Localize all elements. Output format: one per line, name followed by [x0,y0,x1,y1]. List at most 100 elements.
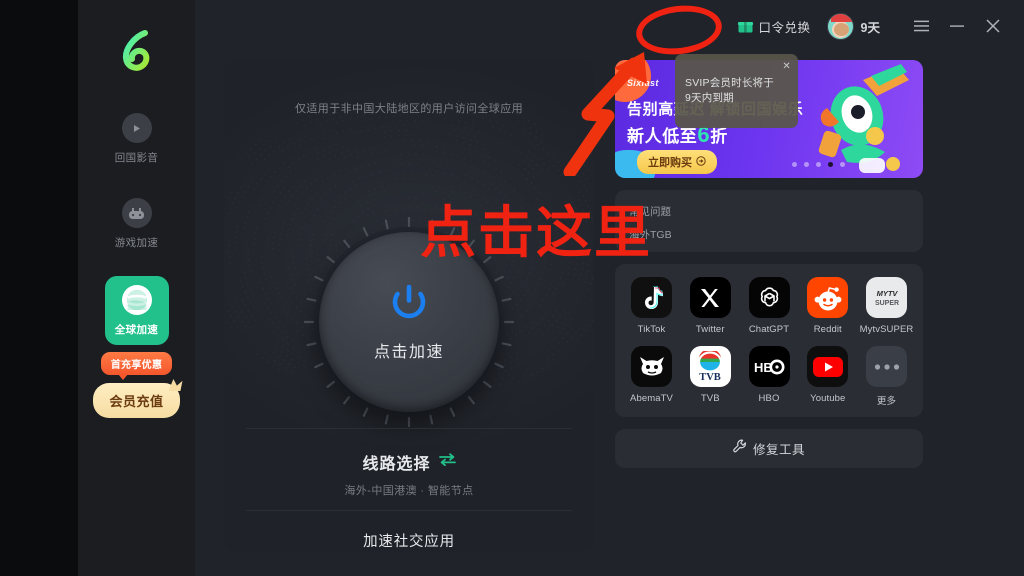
sidebar-item-return-media[interactable]: 回国影音 [104,106,170,171]
minimize-icon[interactable] [940,9,974,43]
twitter-x-icon [689,277,731,318]
banner-dot-active[interactable] [828,162,833,167]
recharge-button[interactable]: 会员充值 [93,383,180,418]
sidebar: 回国影音 游戏加速 全球加速 首充享优惠 会员充值 [78,0,195,576]
accelerate-dial[interactable]: 点击加速 [303,216,515,428]
app-hbo[interactable]: HB HBO [741,346,798,407]
apps-grid: TikTok Twitter ChatGPT Reddit MYTV SUPER… [615,264,923,417]
close-icon[interactable] [976,9,1010,43]
tiktok-icon [631,277,672,318]
sidebar-item-label: 游戏加速 [114,237,159,249]
membership-days-label: 9天 [860,20,880,35]
banner-dot[interactable] [792,162,797,167]
repair-tool-button[interactable]: 修复工具 [615,429,923,468]
more-dots-icon [866,346,907,387]
app-window: 回国影音 游戏加速 全球加速 首充享优惠 会员充值 口令兑换 9天 仅适用于非中… [0,0,1024,576]
sidebar-item-global-boost[interactable]: 全球加速 [104,276,169,345]
app-tvb[interactable]: TVB TVB [682,346,739,407]
app-label: TVB [700,393,720,404]
app-label: Twitter [695,324,725,335]
app-label: Youtube [810,393,846,404]
gift-icon [737,19,753,33]
swap-arrows-icon [438,453,456,471]
app-reddit[interactable]: Reddit [799,277,856,335]
redeem-code-label: 口令兑换 [758,20,811,35]
mytvsuper-icon: MYTV SUPER [866,277,907,318]
membership-expiry-tooltip: SVIP会员时长将于 9天内到期 ✕ [675,54,798,128]
accelerate-dial-face[interactable]: 点击加速 [319,232,499,412]
svg-text:MYTV: MYTV [876,289,898,298]
play-icon [121,113,152,143]
svg-text:TVB: TVB [699,372,721,383]
youtube-icon [807,346,849,387]
first-recharge-promo-badge[interactable]: 首充享优惠 [100,352,173,380]
sidebar-bottom-actions: 首充享优惠 会员充值 [78,352,195,418]
banner-dot[interactable] [840,162,845,167]
chatgpt-icon [748,277,790,318]
app-youtube[interactable]: Youtube [799,346,856,407]
arrow-right-circle-icon [696,155,706,169]
buy-now-label: 立即购买 [648,157,692,169]
banner-dot[interactable] [804,162,809,167]
route-subtitle: 海外-中国港澳 · 智能节点 [344,485,474,497]
app-mytvsuper[interactable]: MYTV SUPER MytvSUPER [858,277,915,335]
faq-card[interactable]: 常见问题 海外TGB [615,190,923,252]
faq-line-1: 常见问题 [629,206,671,218]
banner-pagination-dots[interactable] [792,162,845,167]
sidebar-item-game-boost[interactable]: 游戏加速 [104,191,170,256]
app-label: Reddit [813,324,842,335]
banner-sub-suffix: 折 [710,127,728,146]
redeem-code-button[interactable]: 口令兑换 [737,17,811,36]
faq-line-2: 海外TGB [629,229,672,241]
main-window: 口令兑换 9天 仅适用于非中国大陆地区的用户访问全球应用 点击加速 线路选择 海… [195,0,1024,576]
banner-dot[interactable] [816,162,821,167]
divider [246,428,572,429]
repair-tool-label: 修复工具 [752,443,805,457]
banner-sub-prefix: 新人低至 [627,127,698,146]
app-abematv[interactable]: AbemaTV [623,346,680,407]
social-apps-accelerate[interactable]: 加速社交应用 未开启，需实名 > [224,530,594,552]
gamepad-icon [121,198,152,228]
wrench-icon [733,439,747,458]
app-label: HBO [758,393,780,404]
tvb-icon: TVB [689,346,731,387]
app-label: MytvSUPER [859,324,914,335]
apps-row: AbemaTV TVB TVB HB HBO Youtube 更多 [623,346,915,407]
app-label: AbemaTV [630,393,673,404]
sidebar-item-label: 全球加速 [114,324,159,336]
route-title-label: 线路选择 [362,456,431,473]
banner-mascot [801,62,919,178]
divider [246,510,572,511]
accelerator-panel: 仅适用于非中国大陆地区的用户访问全球应用 点击加速 线路选择 海外-中国港澳 ·… [224,60,594,552]
titlebar: 口令兑换 9天 [195,0,1024,52]
app-twitter[interactable]: Twitter [682,277,739,335]
banner-brand: Sixfast [627,78,659,88]
avatar-hat [830,13,853,22]
user-account[interactable]: 9天 [826,12,880,40]
right-column: Sixfast 告别高延迟 解锁回国娱乐 新人低至6折 立即购买 [615,54,995,468]
panel-note: 仅适用于非中国大陆地区的用户访问全球应用 [295,103,523,115]
social-apps-title: 加速社交应用 [363,534,455,550]
close-icon[interactable]: ✕ [782,59,791,74]
app-label: 更多 [876,396,897,407]
app-logo [109,22,165,78]
svg-text:SUPER: SUPER [874,300,898,307]
abematv-icon [631,346,672,387]
power-icon [390,283,428,326]
hamburger-menu-icon[interactable] [904,9,938,43]
app-tiktok[interactable]: TikTok [623,277,680,335]
buy-now-button[interactable]: 立即购买 [637,150,717,174]
app-label: ChatGPT [748,324,790,335]
app-label: TikTok [637,324,666,335]
apps-row: TikTok Twitter ChatGPT Reddit MYTV SUPER… [623,277,915,335]
route-title-row: 线路选择 [362,450,456,474]
globe-icon [121,285,152,315]
hbo-icon: HB [748,346,790,387]
app-more[interactable]: 更多 [858,346,915,407]
user-avatar [826,12,854,40]
avatar-face [833,22,849,36]
reddit-icon [807,277,849,318]
app-chatgpt[interactable]: ChatGPT [741,277,798,335]
sidebar-item-label: 回国影音 [114,152,159,164]
route-selection[interactable]: 线路选择 海外-中国港澳 · 智能节点 [224,450,594,498]
